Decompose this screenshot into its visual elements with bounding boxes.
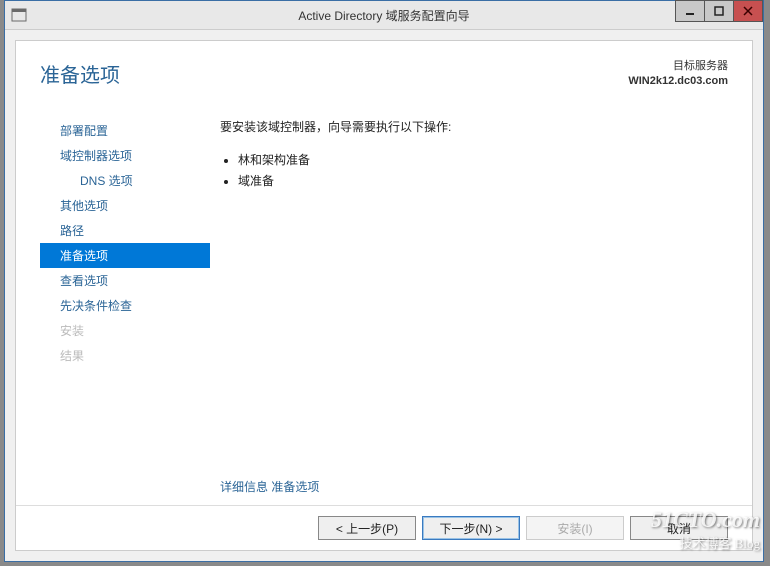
nav-step-4[interactable]: 路径 bbox=[40, 218, 210, 243]
footer-buttons: < 上一步(P) 下一步(N) > 安装(I) 取消 bbox=[16, 505, 752, 550]
nav-step-9: 结果 bbox=[40, 343, 210, 368]
minimize-button[interactable] bbox=[675, 0, 705, 22]
task-item-1: 域准备 bbox=[238, 172, 728, 189]
intro-text: 要安装该域控制器，向导需要执行以下操作: bbox=[220, 118, 728, 135]
target-server-label: 目标服务器 bbox=[628, 59, 728, 74]
nav-step-3[interactable]: 其他选项 bbox=[40, 193, 210, 218]
body-row: 部署配置域控制器选项DNS 选项其他选项路径准备选项查看选项先决条件检查安装结果… bbox=[16, 98, 752, 505]
nav-steps: 部署配置域控制器选项DNS 选项其他选项路径准备选项查看选项先决条件检查安装结果 bbox=[40, 98, 210, 505]
content-area: 准备选项 目标服务器 WIN2k12.dc03.com 部署配置域控制器选项DN… bbox=[15, 40, 753, 551]
prev-button[interactable]: < 上一步(P) bbox=[318, 516, 416, 540]
close-button[interactable] bbox=[733, 0, 763, 22]
target-server-box: 目标服务器 WIN2k12.dc03.com bbox=[628, 59, 728, 90]
install-button: 安装(I) bbox=[526, 516, 624, 540]
page-title: 准备选项 bbox=[40, 59, 120, 88]
more-info-link[interactable]: 详细信息 准备选项 bbox=[220, 480, 319, 494]
window-controls bbox=[676, 0, 763, 22]
main-panel: 要安装该域控制器，向导需要执行以下操作: 林和架构准备域准备 详细信息 准备选项 bbox=[210, 98, 728, 505]
app-icon bbox=[11, 7, 27, 23]
nav-step-7[interactable]: 先决条件检查 bbox=[40, 293, 210, 318]
nav-step-8: 安装 bbox=[40, 318, 210, 343]
header-row: 准备选项 目标服务器 WIN2k12.dc03.com bbox=[16, 41, 752, 98]
nav-step-0[interactable]: 部署配置 bbox=[40, 118, 210, 143]
cancel-button[interactable]: 取消 bbox=[630, 516, 728, 540]
nav-step-6[interactable]: 查看选项 bbox=[40, 268, 210, 293]
task-item-0: 林和架构准备 bbox=[238, 151, 728, 168]
task-list: 林和架构准备域准备 bbox=[220, 147, 728, 193]
nav-step-1[interactable]: 域控制器选项 bbox=[40, 143, 210, 168]
more-info: 详细信息 准备选项 bbox=[220, 478, 728, 495]
maximize-button[interactable] bbox=[704, 0, 734, 22]
wizard-window: Active Directory 域服务配置向导 准备选项 目标服务器 WIN2… bbox=[4, 0, 764, 562]
more-info-topic: 准备选项 bbox=[271, 480, 319, 494]
next-button[interactable]: 下一步(N) > bbox=[422, 516, 520, 540]
window-title: Active Directory 域服务配置向导 bbox=[5, 7, 763, 24]
titlebar: Active Directory 域服务配置向导 bbox=[5, 1, 763, 30]
nav-step-2[interactable]: DNS 选项 bbox=[40, 168, 210, 193]
target-server-name: WIN2k12.dc03.com bbox=[628, 74, 728, 89]
nav-step-5[interactable]: 准备选项 bbox=[40, 243, 210, 268]
more-info-prefix: 详细信息 bbox=[220, 480, 268, 494]
